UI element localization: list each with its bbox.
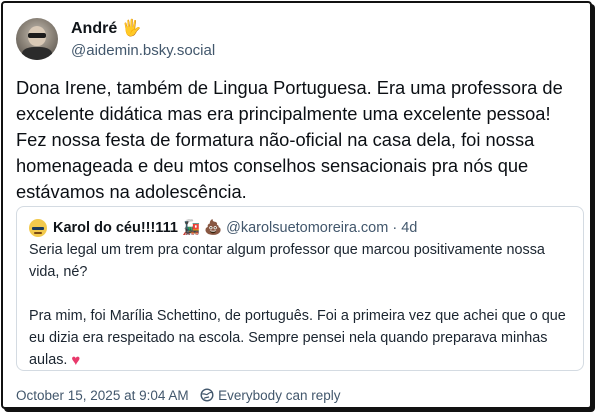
author-display-name[interactable]: André 🖐 bbox=[71, 18, 142, 38]
quoted-author-handle[interactable]: @karolsuetomoreira.com bbox=[226, 220, 388, 236]
quoted-post-age[interactable]: 4d bbox=[401, 220, 417, 236]
author-name-text: André bbox=[71, 20, 118, 37]
quoted-post[interactable]: Karol do céu!!!111 🚂 💩 @karolsuetomoreir… bbox=[16, 206, 584, 371]
post-timestamp[interactable]: October 15, 2025 at 9:04 AM bbox=[16, 388, 189, 403]
avatar-sunglasses bbox=[28, 33, 46, 38]
quoted-post-header: Karol do céu!!!111 🚂 💩 @karolsuetomoreir… bbox=[53, 219, 417, 237]
quoted-author-name[interactable]: Karol do céu!!!111 bbox=[53, 220, 178, 236]
quoted-post-body: Seria legal um trem pra contar algum pro… bbox=[29, 242, 566, 368]
everybody-reply-icon bbox=[200, 388, 214, 405]
quoted-author-avatar[interactable] bbox=[29, 219, 47, 237]
post-body-text: Dona Irene, também de Lingua Portuguesa.… bbox=[16, 77, 563, 202]
reply-setting-label[interactable]: Everybody can reply bbox=[218, 388, 340, 403]
quoted-author-emoji-icons: 🚂 💩 bbox=[181, 220, 223, 236]
author-avatar[interactable] bbox=[16, 18, 58, 60]
post-footer: October 15, 2025 at 9:04 AM Everybody ca… bbox=[16, 388, 340, 405]
quoted-post-text: Seria legal um trem pra contar algum pro… bbox=[29, 239, 569, 372]
heart-emoji-icon: ♥ bbox=[71, 352, 81, 369]
quoted-separator: · bbox=[392, 220, 398, 236]
avatar-shirt bbox=[22, 47, 52, 60]
waving-hand-emoji-icon: 🖐 bbox=[121, 20, 142, 37]
author-handle[interactable]: @aidemin.bsky.social bbox=[71, 42, 215, 59]
post-card[interactable]: André 🖐 @aidemin.bsky.social Dona Irene,… bbox=[1, 1, 592, 409]
